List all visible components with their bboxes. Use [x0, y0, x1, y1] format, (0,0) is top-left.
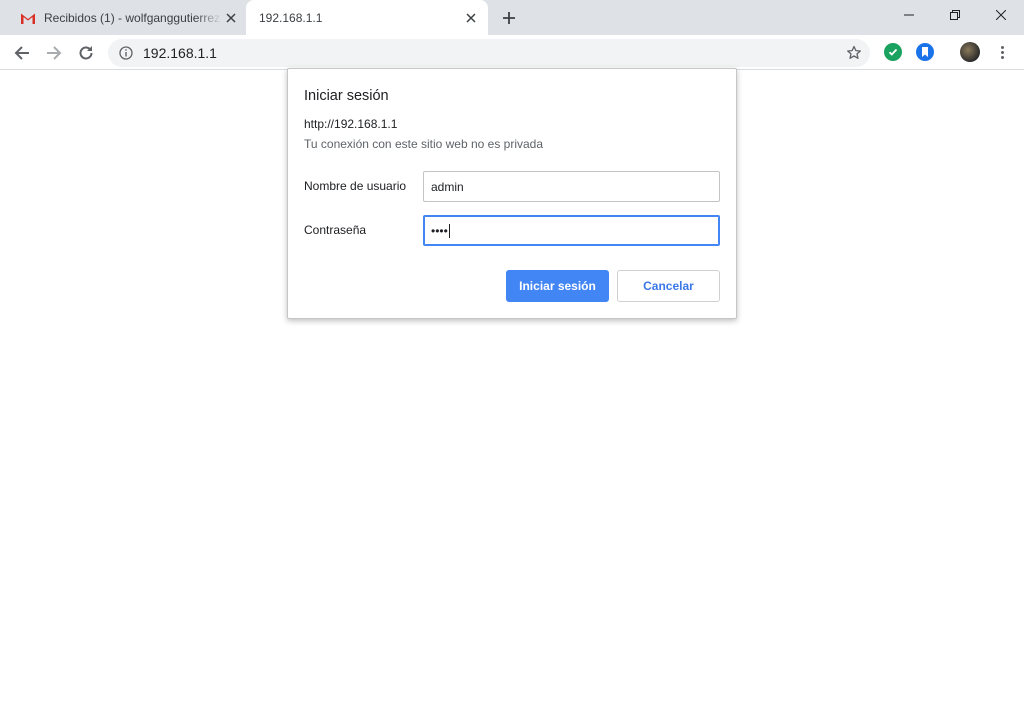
browser-toolbar: 192.168.1.1 — [0, 35, 1024, 70]
address-bar[interactable]: 192.168.1.1 — [108, 39, 870, 67]
username-label: Nombre de usuario — [304, 179, 407, 193]
back-arrow-icon — [14, 46, 29, 60]
dialog-privacy-note: Tu conexión con este sitio web no es pri… — [304, 137, 544, 151]
text-caret — [448, 223, 450, 238]
tab-router[interactable]: 192.168.1.1 — [246, 0, 488, 35]
reload-button[interactable] — [73, 40, 99, 66]
cancel-button[interactable]: Cancelar — [617, 270, 720, 302]
password-field[interactable]: •••• — [423, 215, 720, 246]
tab-strip: Recibidos (1) - wolfganggutierrez 192.16… — [0, 0, 1024, 35]
restore-button[interactable] — [932, 0, 978, 30]
forward-button[interactable] — [41, 40, 67, 66]
menu-dots-icon[interactable] — [993, 43, 1011, 61]
tab-gmail[interactable]: Recibidos (1) - wolfganggutierrez — [8, 0, 248, 35]
check-extension-icon[interactable] — [884, 43, 902, 61]
info-icon[interactable] — [119, 46, 133, 60]
username-value: admin — [431, 179, 464, 194]
reload-icon — [79, 46, 93, 60]
gmail-icon — [20, 10, 36, 26]
star-icon[interactable] — [846, 45, 862, 61]
close-window-button[interactable] — [978, 0, 1024, 30]
minimize-button[interactable] — [886, 0, 932, 30]
tab-title: Recibidos (1) - wolfganggutierrez — [44, 10, 221, 25]
tab-title: 192.168.1.1 — [259, 10, 323, 25]
username-field[interactable]: admin — [423, 171, 720, 202]
close-icon[interactable] — [222, 9, 240, 27]
sign-in-dialog: Iniciar sesión http://192.168.1.1 Tu con… — [287, 68, 737, 319]
close-icon[interactable] — [462, 9, 480, 27]
dialog-title: Iniciar sesión — [304, 88, 389, 104]
profile-avatar[interactable] — [960, 42, 980, 62]
back-button[interactable] — [9, 40, 35, 66]
sign-in-button[interactable]: Iniciar sesión — [506, 270, 609, 302]
dialog-url: http://192.168.1.1 — [304, 117, 398, 131]
forward-arrow-icon — [47, 46, 62, 60]
password-value: •••• — [431, 223, 448, 238]
password-label: Contraseña — [304, 223, 367, 237]
new-tab-button[interactable] — [498, 7, 520, 29]
bookmark-extension-icon[interactable] — [916, 43, 934, 61]
url-text: 192.168.1.1 — [143, 45, 217, 61]
